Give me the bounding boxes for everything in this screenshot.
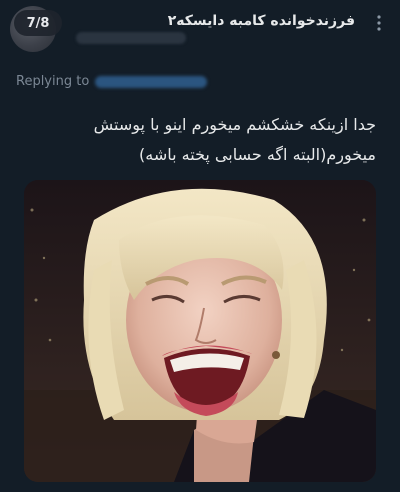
laughing-woman-image (24, 180, 376, 482)
tweet-screen: 7/8 فرزندخوانده کامبه دایسکه۲ Replying t… (0, 0, 400, 492)
tweet-text-line-2: میخورم(البته اگه حسابی پخته باشه) (139, 145, 376, 164)
display-name[interactable]: فرزندخوانده کامبه دایسکه۲ (168, 13, 355, 29)
more-options-icon[interactable] (370, 14, 388, 32)
user-handle-blurred (76, 32, 186, 44)
replying-to-handle-blurred[interactable] (95, 75, 208, 88)
page-counter-badge: 7/8 (14, 10, 62, 36)
replying-to-row: Replying to (16, 74, 208, 89)
tweet-image[interactable] (24, 180, 376, 482)
replying-to-label: Replying to (16, 74, 90, 89)
tweet-text-line-1: جدا ازینکه خشکشم میخورم اینو با پوستش (93, 115, 376, 134)
tweet-text: جدا ازینکه خشکشم میخورم اینو با پوستش می… (16, 110, 376, 170)
